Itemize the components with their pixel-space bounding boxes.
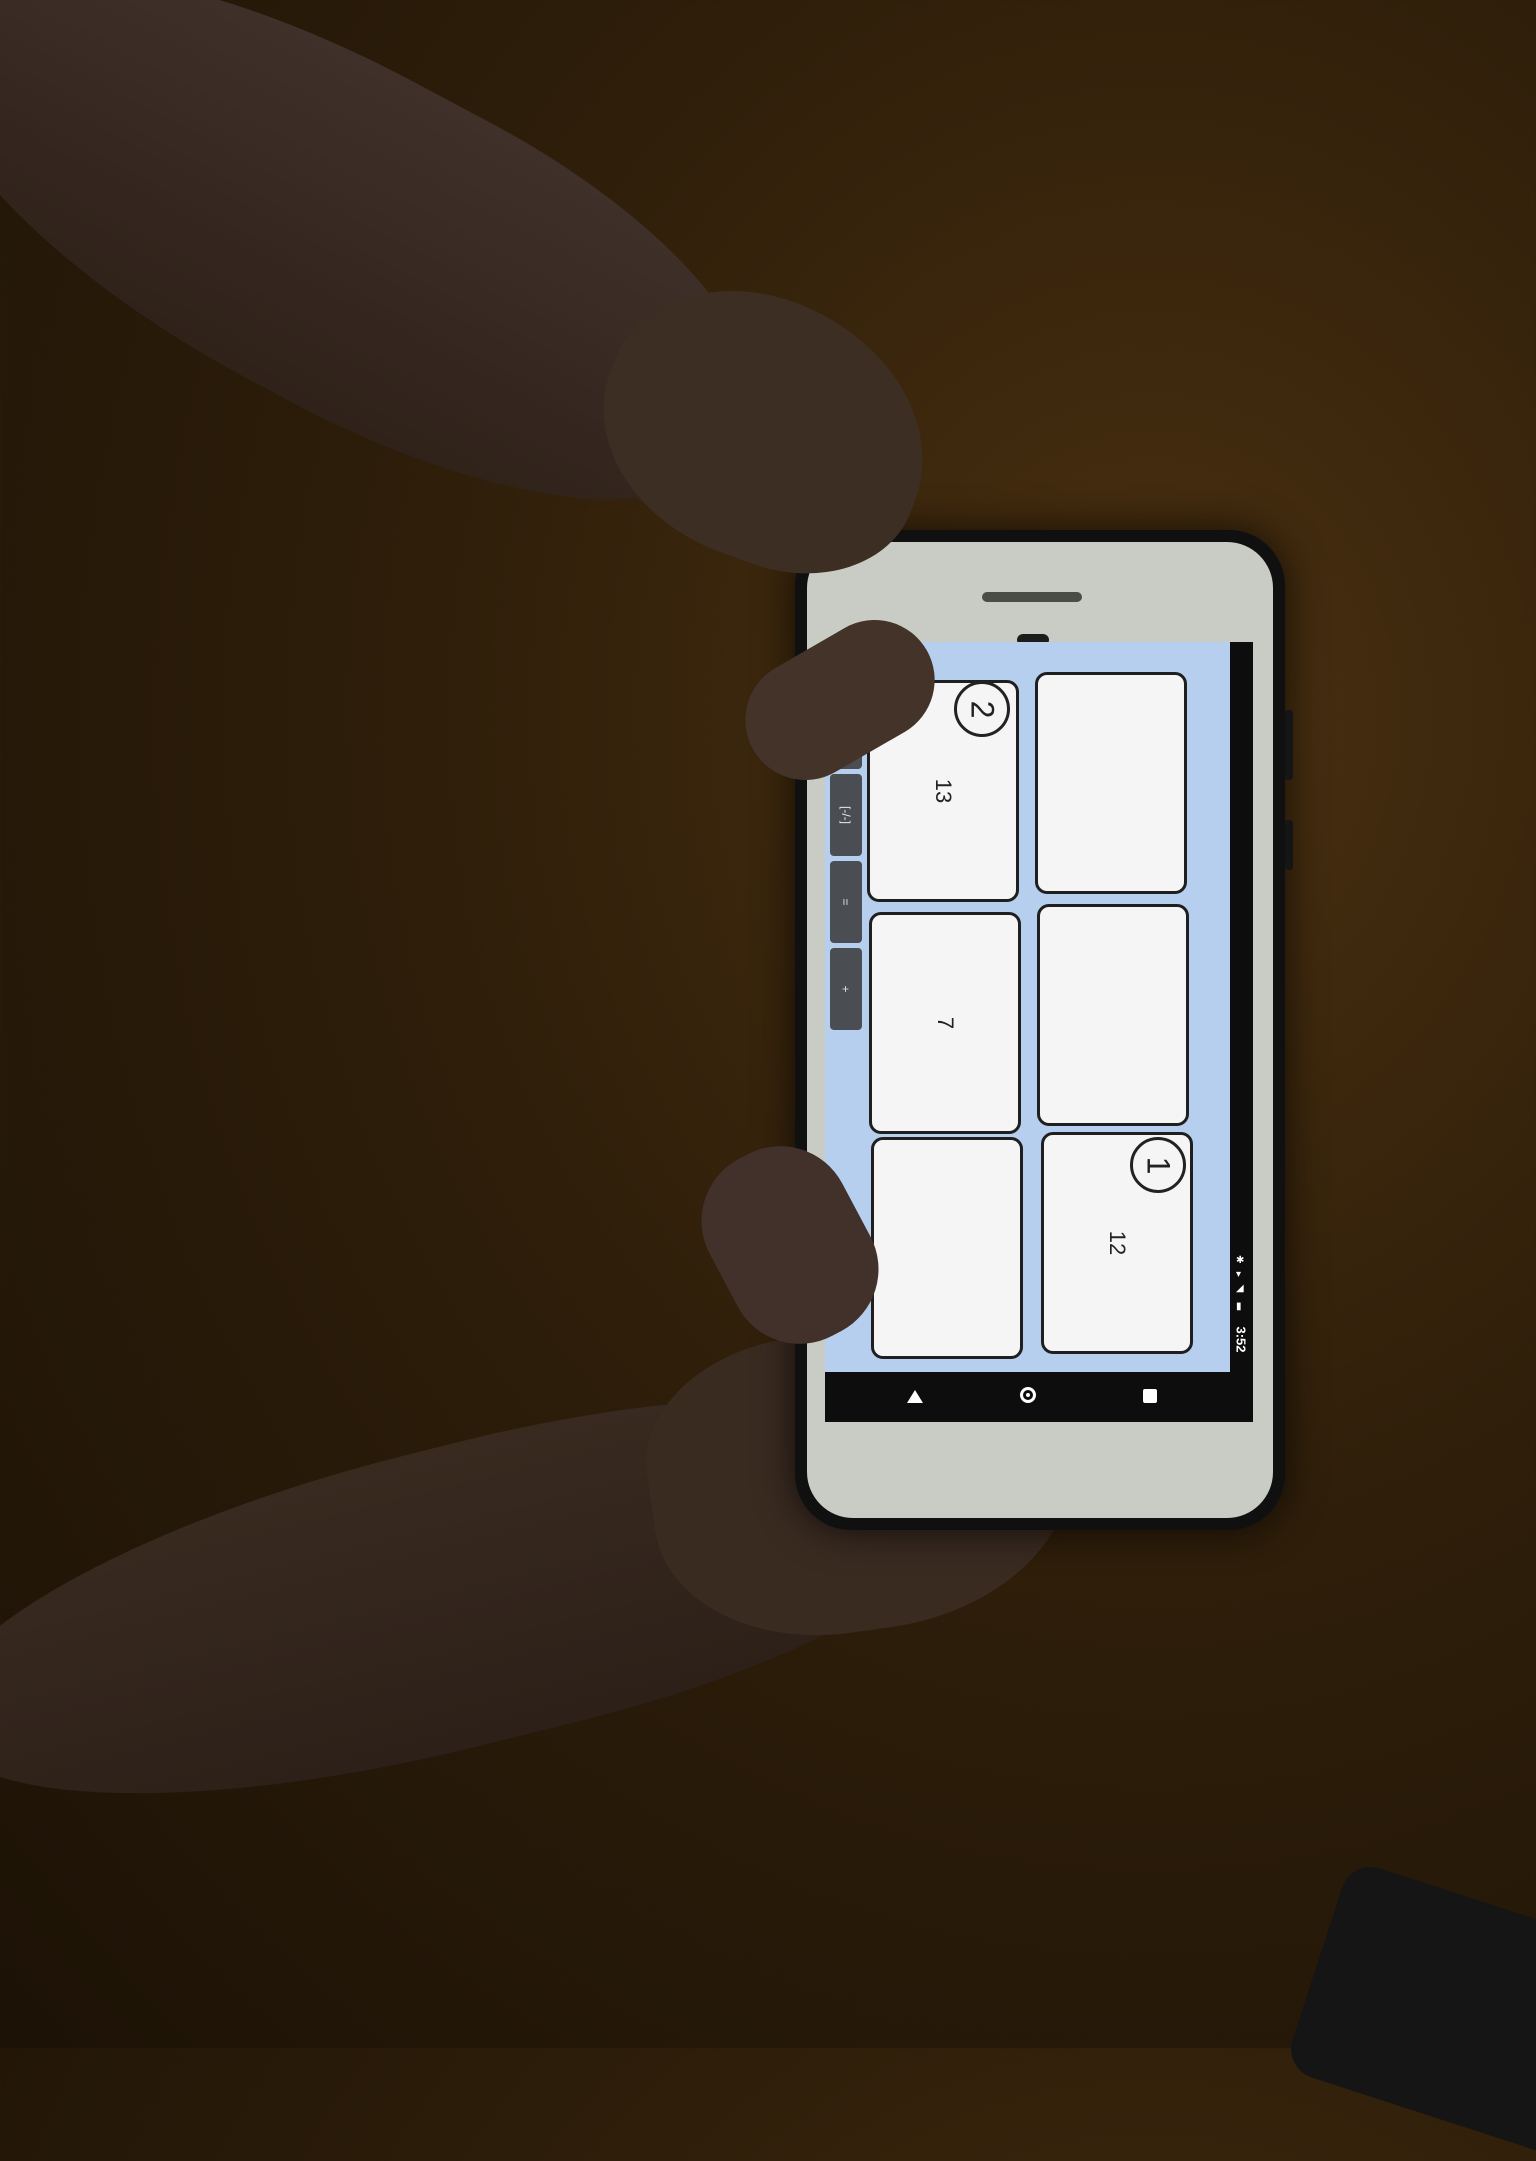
signal-icon: ◢	[1236, 1283, 1244, 1294]
subtract-key[interactable]: [-/-]	[830, 774, 862, 856]
bluetooth-icon: ✱	[1236, 1255, 1245, 1266]
equals-key[interactable]: =	[830, 861, 862, 943]
order-badge: 1	[1130, 1137, 1186, 1193]
phone-screen: × / [-/-] = + 13 2 7 12	[825, 642, 1253, 1422]
puzzle-app: × / [-/-] = + 13 2 7 12	[825, 642, 1230, 1372]
tile-5[interactable]	[871, 1137, 1023, 1359]
volume-button	[1285, 710, 1293, 780]
tile-4[interactable]	[1037, 904, 1189, 1126]
tile-value: 7	[933, 1016, 958, 1030]
speaker-grille	[982, 592, 1082, 602]
back-icon[interactable]	[907, 1390, 923, 1403]
add-key[interactable]: +	[830, 948, 862, 1030]
clock: 3:52	[1233, 1326, 1249, 1353]
tile-6[interactable]: 12 1	[1041, 1132, 1193, 1354]
status-bar: ✱ ▾ ◢ ▮ 3:52	[1230, 642, 1253, 1372]
tile-value: 13	[930, 778, 956, 804]
home-icon[interactable]	[1020, 1387, 1036, 1403]
wifi-icon: ▾	[1236, 1269, 1242, 1280]
navigation-bar	[825, 1372, 1253, 1422]
dark-object	[1283, 1859, 1536, 2161]
order-badge: 2	[954, 681, 1010, 737]
tile-value: 12	[1104, 1230, 1130, 1256]
tile-3[interactable]: 7	[869, 912, 1021, 1134]
battery-icon: ▮	[1236, 1301, 1242, 1312]
tile-2[interactable]	[1035, 672, 1187, 894]
power-button	[1285, 820, 1293, 870]
photo-scene: × / [-/-] = + 13 2 7 12	[0, 0, 1536, 2161]
recents-icon[interactable]	[1143, 1389, 1157, 1403]
